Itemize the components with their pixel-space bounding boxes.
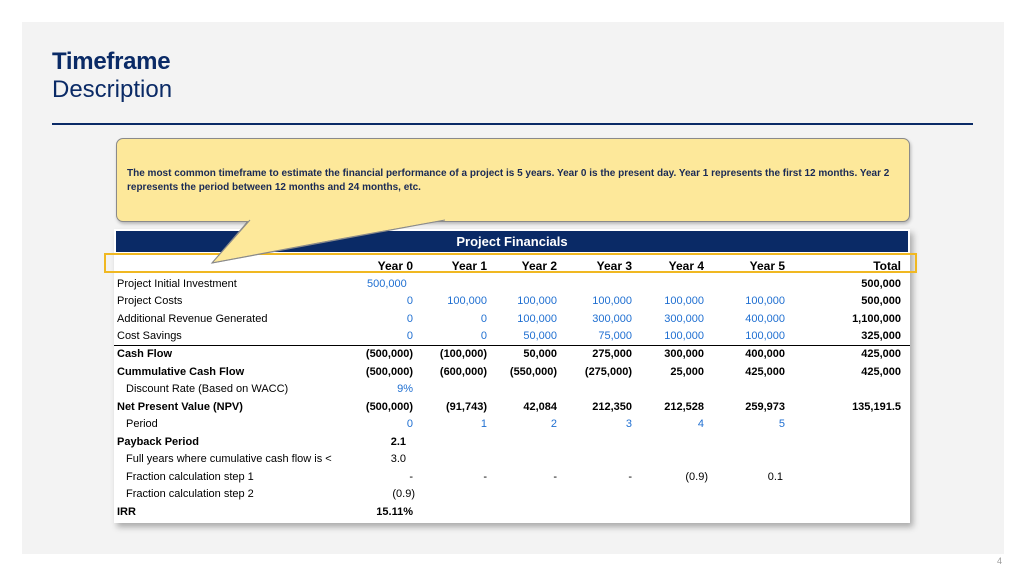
cell-year-0: 0 bbox=[406, 418, 413, 430]
row-label: Project Initial Investment bbox=[117, 278, 237, 290]
cell-year-2: 2 bbox=[550, 418, 557, 430]
cell-year-2: (550,000) bbox=[509, 366, 557, 378]
cell-total: 425,000 bbox=[861, 348, 901, 360]
cell-year-2: 50,000 bbox=[523, 348, 557, 360]
cell-year-1: 0 bbox=[480, 313, 487, 325]
cell-year-2: 100,000 bbox=[517, 313, 557, 325]
cell-year-5: 425,000 bbox=[745, 366, 785, 378]
table-row: Cash Flow (500,000) (100,000) 50,000 275… bbox=[114, 346, 910, 363]
row-label: Net Present Value (NPV) bbox=[117, 401, 243, 413]
table-row: Discount Rate (Based on WACC) 9% bbox=[114, 381, 910, 398]
cell-year-3: 100,000 bbox=[592, 295, 632, 307]
cell-year-1: 100,000 bbox=[447, 295, 487, 307]
cell-year-3: 300,000 bbox=[592, 313, 632, 325]
table-row: Period 0 1 2 3 4 5 bbox=[114, 416, 910, 433]
cell-year-5: 400,000 bbox=[745, 348, 785, 360]
row-label: Full years where cumulative cash flow is… bbox=[126, 453, 332, 465]
cell-year-4: 212,528 bbox=[664, 401, 704, 413]
row-label: Discount Rate (Based on WACC) bbox=[126, 383, 289, 395]
cell-year-1: (91,743) bbox=[446, 401, 487, 413]
table-row: Cummulative Cash Flow (500,000) (600,000… bbox=[114, 364, 910, 381]
cell-year-1: 0 bbox=[480, 330, 487, 342]
cell-year-0: 9% bbox=[397, 383, 413, 395]
cell-total: 325,000 bbox=[861, 330, 901, 342]
page-number: 4 bbox=[996, 556, 1002, 566]
cell-year-2: - bbox=[553, 471, 557, 483]
cell-year-4: 300,000 bbox=[664, 313, 704, 325]
cell-year-1: 1 bbox=[480, 418, 487, 430]
cell-year-0: (500,000) bbox=[365, 401, 413, 413]
cell-year-2: 50,000 bbox=[523, 330, 557, 342]
cell-year-0: 15.11% bbox=[376, 506, 413, 518]
cell-year-5: 0.1 bbox=[767, 471, 783, 483]
table-row: Cost Savings 0 0 50,000 75,000 100,000 1… bbox=[114, 328, 910, 345]
cell-year-4: 25,000 bbox=[670, 366, 704, 378]
table-row: Fraction calculation step 1 - - - - (0.9… bbox=[114, 469, 910, 486]
cell-year-0: 0 bbox=[406, 295, 413, 307]
cell-total: 500,000 bbox=[861, 278, 901, 290]
sheet-title: Project Financials bbox=[456, 234, 568, 249]
slide-subtitle: Description bbox=[52, 76, 173, 103]
cell-year-1: - bbox=[483, 471, 487, 483]
row-label: Fraction calculation step 2 bbox=[126, 488, 254, 500]
cell-year-0: 0 bbox=[406, 313, 413, 325]
cell-year-0: 500,000 bbox=[367, 278, 407, 290]
cell-year-0: (0.9) bbox=[392, 488, 415, 500]
cell-year-3: 275,000 bbox=[592, 348, 632, 360]
table-row: Project Costs 0 100,000 100,000 100,000 … bbox=[114, 293, 910, 310]
cell-year-0: - bbox=[409, 471, 413, 483]
table-row: Additional Revenue Generated 0 0 100,000… bbox=[114, 311, 910, 328]
cell-total: 500,000 bbox=[861, 295, 901, 307]
cell-year-3: 3 bbox=[625, 418, 632, 430]
row-label: Cash Flow bbox=[117, 348, 173, 360]
table-row: IRR 15.11% bbox=[114, 504, 910, 521]
callout-text: The most common timeframe to estimate th… bbox=[127, 168, 890, 193]
cell-year-3: (275,000) bbox=[584, 366, 632, 378]
header-highlight-box bbox=[104, 253, 917, 273]
table-row: Fraction calculation step 2 (0.9) bbox=[114, 486, 910, 503]
cell-year-2: 42,084 bbox=[523, 401, 557, 413]
table-row: Full years where cumulative cash flow is… bbox=[114, 451, 910, 468]
cell-year-5: 259,973 bbox=[745, 401, 785, 413]
cell-year-3: 212,350 bbox=[592, 401, 632, 413]
cell-year-3: - bbox=[628, 471, 632, 483]
table-row: Net Present Value (NPV) (500,000) (91,74… bbox=[114, 399, 910, 416]
cell-year-4: 100,000 bbox=[664, 295, 704, 307]
cell-year-4: 300,000 bbox=[664, 348, 704, 360]
row-label: Additional Revenue Generated bbox=[117, 313, 268, 325]
row-label: Fraction calculation step 1 bbox=[126, 471, 254, 483]
cell-total: 425,000 bbox=[861, 366, 901, 378]
row-label: Period bbox=[126, 418, 158, 430]
cell-year-1: (600,000) bbox=[439, 366, 487, 378]
row-label: Cummulative Cash Flow bbox=[117, 366, 245, 378]
cell-year-4: (0.9) bbox=[685, 471, 708, 483]
cell-year-5: 5 bbox=[778, 418, 785, 430]
row-label: IRR bbox=[117, 506, 136, 518]
cell-year-0: 0 bbox=[406, 330, 413, 342]
cell-year-5: 100,000 bbox=[745, 295, 785, 307]
cell-year-1: (100,000) bbox=[439, 348, 487, 360]
callout-bubble: The most common timeframe to estimate th… bbox=[116, 138, 910, 222]
cell-year-5: 100,000 bbox=[745, 330, 785, 342]
cell-year-0: (500,000) bbox=[365, 348, 413, 360]
cell-year-2: 100,000 bbox=[517, 295, 557, 307]
cell-total: 1,100,000 bbox=[852, 313, 901, 325]
title-divider bbox=[52, 123, 973, 125]
cell-year-0: 2.1 bbox=[390, 436, 406, 448]
cell-year-0: (500,000) bbox=[365, 366, 413, 378]
cell-year-3: 75,000 bbox=[598, 330, 632, 342]
cell-year-5: 400,000 bbox=[745, 313, 785, 325]
row-label: Project Costs bbox=[117, 295, 183, 307]
slide-title: Timeframe bbox=[52, 48, 171, 75]
sheet-header-bar: Project Financials bbox=[116, 231, 908, 252]
cell-year-0: 3.0 bbox=[390, 453, 406, 465]
cell-year-4: 4 bbox=[697, 418, 704, 430]
cell-year-4: 100,000 bbox=[664, 330, 704, 342]
row-label: Cost Savings bbox=[117, 330, 182, 342]
table-row: Payback Period 2.1 bbox=[114, 434, 910, 451]
cell-total: 135,191.5 bbox=[852, 401, 901, 413]
row-label: Payback Period bbox=[117, 436, 199, 448]
table-row: Project Initial Investment 500,000 500,0… bbox=[114, 276, 910, 293]
